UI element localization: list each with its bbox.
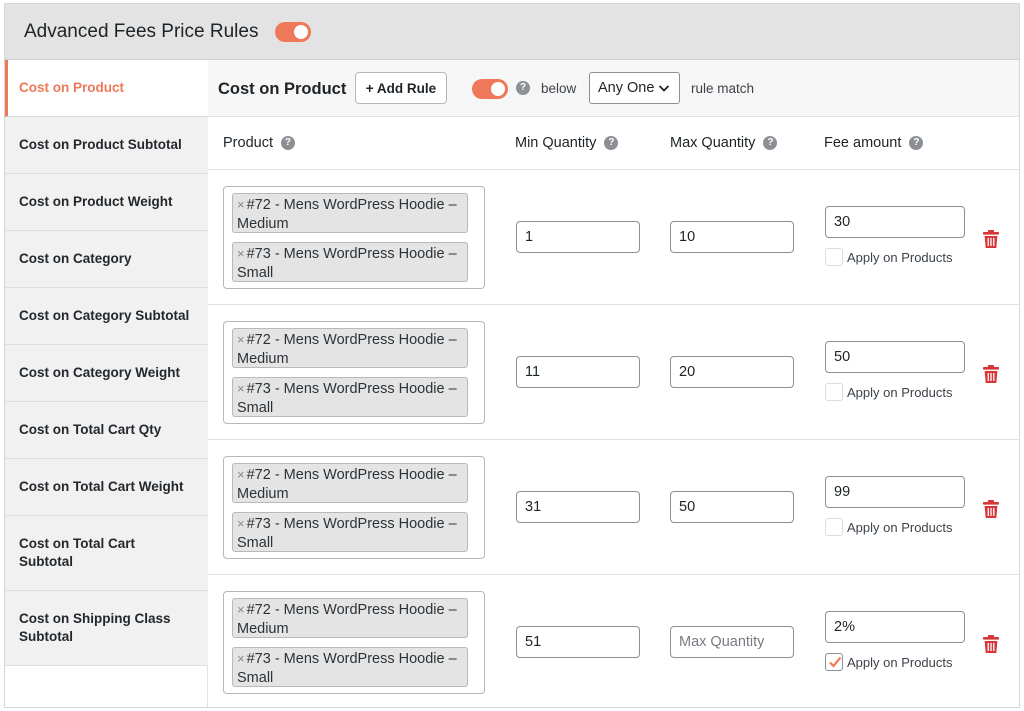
panel-header: Advanced Fees Price Rules	[5, 4, 1019, 60]
column-header-max-quantity: Max Quantity?	[670, 135, 778, 151]
close-icon[interactable]: ×	[237, 332, 245, 347]
min-quantity-input[interactable]	[516, 491, 640, 523]
product-multiselect[interactable]: × #72 - Mens WordPress Hoodie – Medium × #…	[223, 456, 485, 559]
sidebar-item-cost-on-total-cart-subtotal[interactable]: Cost on Total Cart Subtotal	[5, 516, 208, 591]
product-tag-label: #72 - Mens WordPress Hoodie – Medium	[237, 197, 457, 232]
product-tag: × #73 - Mens WordPress Hoodie – Small	[232, 647, 468, 687]
product-tag: × #73 - Mens WordPress Hoodie – Small	[232, 377, 468, 417]
page-title: Advanced Fees Price Rules	[24, 21, 259, 42]
apply-on-products-label: Apply on Products	[847, 385, 953, 400]
rule-row: × #72 - Mens WordPress Hoodie – Medium × #…	[208, 305, 1019, 440]
max-quantity-input[interactable]	[670, 221, 794, 253]
product-tag: × #72 - Mens WordPress Hoodie – Medium	[232, 328, 468, 368]
apply-on-products-checkbox[interactable]	[825, 518, 843, 536]
fee-amount-input[interactable]	[825, 341, 965, 373]
product-tag-label: #73 - Mens WordPress Hoodie – Small	[237, 516, 457, 551]
trash-icon[interactable]	[982, 364, 1000, 384]
rules-toolbar: Cost on Product + Add Rule ? below Any O…	[208, 60, 1019, 117]
close-icon[interactable]: ×	[237, 246, 245, 261]
column-header-label: Max Quantity	[670, 135, 756, 151]
column-header-label: Product	[223, 135, 273, 151]
column-header-fee-amount: Fee amount?	[824, 135, 924, 151]
help-circle-icon[interactable]: ?	[280, 136, 295, 150]
close-icon[interactable]: ×	[237, 516, 245, 531]
help-circle-icon[interactable]: ?	[516, 81, 530, 95]
toggle-knob	[491, 82, 505, 96]
fee-amount-input[interactable]	[825, 476, 965, 508]
sidebar-item-cost-on-total-cart-qty[interactable]: Cost on Total Cart Qty	[5, 402, 208, 459]
rule-match-label: rule match	[691, 81, 755, 96]
close-icon[interactable]: ×	[237, 602, 245, 617]
product-tag-label: #72 - Mens WordPress Hoodie – Medium	[237, 602, 457, 637]
column-header-label: Min Quantity	[515, 135, 597, 151]
chevron-down-icon	[658, 85, 670, 92]
checkmark-icon	[829, 656, 842, 668]
product-tag: × #72 - Mens WordPress Hoodie – Medium	[232, 598, 468, 638]
enable-rules-toggle[interactable]	[275, 22, 311, 42]
toggle-knob	[294, 25, 308, 39]
max-quantity-input[interactable]	[670, 356, 794, 388]
min-quantity-input[interactable]	[516, 356, 640, 388]
help-circle-icon[interactable]: ?	[909, 136, 924, 150]
sidebar-item-cost-on-category-subtotal[interactable]: Cost on Category Subtotal	[5, 288, 208, 345]
section-enable-toggle[interactable]	[472, 79, 508, 99]
fee-amount-input[interactable]	[825, 206, 965, 238]
product-tag: × #72 - Mens WordPress Hoodie – Medium	[232, 193, 468, 233]
below-label: below	[541, 81, 577, 96]
product-tag-label: #72 - Mens WordPress Hoodie – Medium	[237, 467, 457, 502]
min-quantity-input[interactable]	[516, 626, 640, 658]
product-tag: × #73 - Mens WordPress Hoodie – Small	[232, 512, 468, 552]
apply-on-products-checkbox[interactable]	[825, 383, 843, 401]
close-icon[interactable]: ×	[237, 651, 245, 666]
product-tag: × #72 - Mens WordPress Hoodie – Medium	[232, 463, 468, 503]
apply-on-products-label: Apply on Products	[847, 655, 953, 670]
product-tag-label: #73 - Mens WordPress Hoodie – Small	[237, 651, 457, 686]
sidebar-item-cost-on-product[interactable]: Cost on Product	[5, 60, 208, 117]
product-multiselect[interactable]: × #72 - Mens WordPress Hoodie – Medium × #…	[223, 186, 485, 289]
apply-on-products-checkbox[interactable]	[825, 248, 843, 266]
apply-on-products-label: Apply on Products	[847, 520, 953, 535]
rules-main: Cost on Product + Add Rule ? below Any O…	[208, 60, 1019, 707]
max-quantity-input[interactable]	[670, 491, 794, 523]
column-header-label: Fee amount	[824, 135, 902, 151]
trash-icon[interactable]	[982, 634, 1000, 654]
product-tag-label: #73 - Mens WordPress Hoodie – Small	[237, 246, 457, 281]
sidebar-item-cost-on-category[interactable]: Cost on Category	[5, 231, 208, 288]
sidebar-item-cost-on-total-cart-weight[interactable]: Cost on Total Cart Weight	[5, 459, 208, 516]
min-quantity-input[interactable]	[516, 221, 640, 253]
help-circle-icon[interactable]: ?	[763, 136, 778, 150]
column-header-product: Product?	[223, 135, 295, 151]
product-tag: × #73 - Mens WordPress Hoodie – Small	[232, 242, 468, 282]
product-multiselect[interactable]: × #72 - Mens WordPress Hoodie – Medium × #…	[223, 591, 485, 694]
sidebar-item-cost-on-product-weight[interactable]: Cost on Product Weight	[5, 174, 208, 231]
apply-on-products-checkbox[interactable]	[825, 653, 843, 671]
close-icon[interactable]: ×	[237, 197, 245, 212]
close-icon[interactable]: ×	[237, 381, 245, 396]
help-circle-icon[interactable]: ?	[604, 136, 619, 150]
close-icon[interactable]: ×	[237, 467, 245, 482]
rule-row: × #72 - Mens WordPress Hoodie – Medium × #…	[208, 575, 1019, 707]
price-rules-panel: Advanced Fees Price Rules Cost on Produc…	[4, 3, 1020, 708]
rule-row: × #72 - Mens WordPress Hoodie – Medium × #…	[208, 170, 1019, 305]
product-tag-label: #72 - Mens WordPress Hoodie – Medium	[237, 332, 457, 367]
max-quantity-input[interactable]	[670, 626, 794, 658]
trash-icon[interactable]	[982, 229, 1000, 249]
trash-icon[interactable]	[982, 499, 1000, 519]
sidebar-item-cost-on-category-weight[interactable]: Cost on Category Weight	[5, 345, 208, 402]
apply-on-products-label: Apply on Products	[847, 250, 953, 265]
add-rule-button[interactable]: + Add Rule	[355, 72, 447, 104]
sidebar-item-cost-on-shipping-class-subtotal[interactable]: Cost on Shipping Class Subtotal	[5, 591, 208, 666]
column-header-min-quantity: Min Quantity?	[515, 135, 619, 151]
rules-column-headers: Product? Min Quantity? Max Quantity? Fee…	[208, 117, 1019, 170]
rule-type-sidebar: Cost on Product Cost on Product Subtotal…	[5, 60, 208, 707]
rule-row: × #72 - Mens WordPress Hoodie – Medium × #…	[208, 440, 1019, 575]
product-tag-label: #73 - Mens WordPress Hoodie – Small	[237, 381, 457, 416]
product-multiselect[interactable]: × #72 - Mens WordPress Hoodie – Medium × #…	[223, 321, 485, 424]
rule-match-value: Any One	[598, 80, 655, 96]
rule-match-select[interactable]: Any One	[589, 72, 680, 104]
fee-amount-input[interactable]	[825, 611, 965, 643]
sidebar-item-cost-on-product-subtotal[interactable]: Cost on Product Subtotal	[5, 117, 208, 174]
section-title: Cost on Product	[218, 80, 347, 98]
